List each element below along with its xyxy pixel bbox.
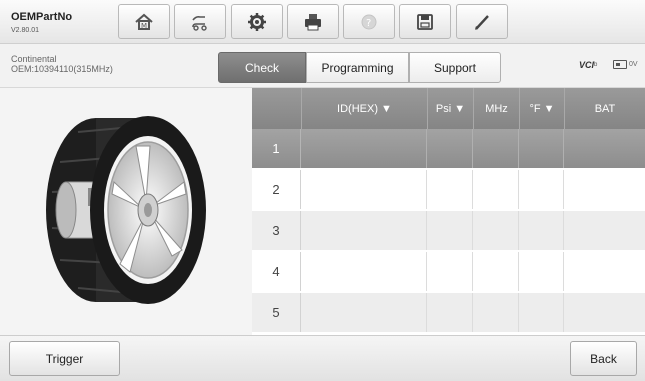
table-row[interactable]: 3 (252, 211, 645, 250)
help-button[interactable]: ? (343, 4, 395, 39)
cell-psi (427, 129, 473, 168)
tab-check[interactable]: Check (218, 52, 306, 83)
row-number: 5 (252, 293, 301, 332)
settings-button[interactable] (231, 4, 283, 39)
gear-icon (248, 12, 266, 31)
vci-connection-icon: b (594, 62, 598, 68)
cell-mhz (473, 211, 519, 250)
cell-id-hex (301, 129, 427, 168)
header-psi[interactable]: Psi ▼ (427, 88, 473, 129)
header-id-hex[interactable]: ID(HEX) ▼ (301, 88, 427, 129)
svg-text:M: M (141, 22, 147, 30)
header-mhz: MHz (473, 88, 519, 129)
table-header: ID(HEX) ▼ Psi ▼ MHz °F ▼ BAT (252, 88, 645, 129)
header-battery: BAT (564, 88, 645, 129)
cell-id-hex (301, 170, 427, 209)
svg-text:?: ? (366, 18, 371, 29)
vehicle-make: Continental (11, 54, 57, 64)
row-number: 3 (252, 211, 301, 250)
cell-mhz (473, 170, 519, 209)
tire-image-panel (0, 88, 252, 335)
tab-support[interactable]: Support (409, 52, 501, 83)
back-button[interactable]: Back (570, 341, 637, 376)
cell-temperature (519, 170, 564, 209)
help-icon: ? (361, 14, 377, 29)
save-button[interactable] (399, 4, 451, 39)
table-row[interactable]: 4 (252, 252, 645, 291)
cell-mhz (473, 293, 519, 332)
table-row[interactable]: 5 (252, 293, 645, 332)
pen-icon (475, 14, 489, 30)
cell-mhz (473, 252, 519, 291)
home-icon: M (135, 13, 153, 30)
table-row[interactable]: 2 (252, 170, 645, 209)
cell-psi (427, 170, 473, 209)
cell-temperature (519, 293, 564, 332)
app-name: OEMPartNo (11, 11, 73, 23)
vehicle-swap-button[interactable] (174, 4, 226, 39)
vci-status: VCI (579, 60, 595, 70)
printer-icon (305, 13, 321, 30)
tire-illustration (46, 116, 206, 304)
tab-programming[interactable]: Programming (306, 52, 409, 83)
top-toolbar: OEMPartNo V2.80.01 M ? (0, 0, 645, 44)
battery-voltage: 0V (629, 61, 638, 68)
app-version: V2.80.01 (11, 27, 40, 34)
print-button[interactable] (287, 4, 339, 39)
battery-icon (613, 60, 627, 69)
row-number: 2 (252, 170, 301, 209)
oem-part-number: OEM:10394110(315MHz) (11, 64, 113, 74)
save-icon (417, 13, 433, 30)
table-row[interactable]: 1 (252, 129, 645, 168)
edit-button[interactable] (456, 4, 508, 39)
trigger-button[interactable]: Trigger (9, 341, 120, 376)
home-button[interactable]: M (118, 4, 170, 39)
cell-psi (427, 252, 473, 291)
cell-temperature (519, 252, 564, 291)
header-temperature[interactable]: °F ▼ (519, 88, 564, 129)
cell-temperature (519, 211, 564, 250)
cell-mhz (473, 129, 519, 168)
row-number: 4 (252, 252, 301, 291)
cell-temperature (519, 129, 564, 168)
vehicle-swap-icon (192, 15, 207, 31)
cell-id-hex (301, 293, 427, 332)
sensor-table: ID(HEX) ▼ Psi ▼ MHz °F ▼ BAT 1 2 3 4 5 (252, 88, 645, 335)
row-number: 1 (252, 129, 301, 168)
cell-psi (427, 293, 473, 332)
cell-id-hex (301, 211, 427, 250)
cell-id-hex (301, 252, 427, 291)
cell-psi (427, 211, 473, 250)
